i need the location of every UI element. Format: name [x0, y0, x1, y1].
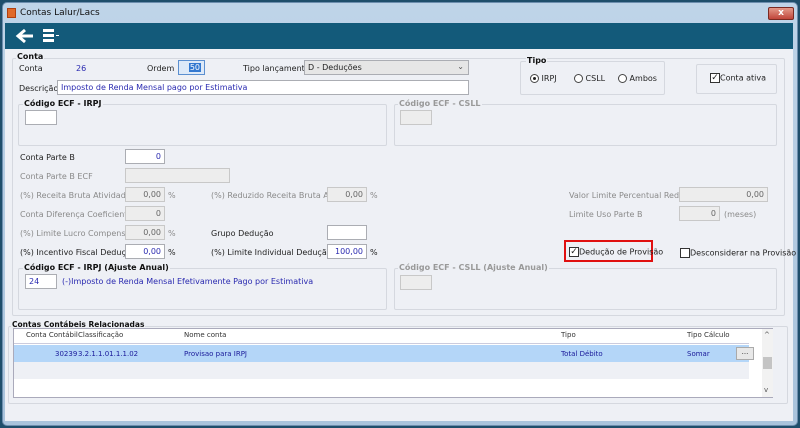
ecf-irpj-input[interactable] — [25, 110, 57, 125]
radio-ambos-label: Ambos — [629, 74, 657, 83]
window-title: Contas Lalur/Lacs — [20, 8, 100, 18]
reduzido-input: 0,00 — [327, 187, 367, 202]
percent-sign: % — [370, 248, 378, 257]
percent-sign: % — [168, 229, 176, 238]
reduzido-label: (%) Reduzido Receita Bruta Atv — [211, 191, 337, 200]
grupo-deducao-input[interactable] — [327, 225, 367, 240]
tipo-lancamento-label: Tipo lançamento — [243, 64, 310, 73]
col-nome-conta[interactable]: Nome conta — [184, 331, 226, 339]
checkbox-checked-icon: ✓ — [569, 247, 579, 257]
tipo-lancamento-value: D - Deduções — [308, 63, 362, 72]
conta-value: 26 — [76, 64, 87, 73]
grid-header: Conta Contábil Classificação Nome conta … — [14, 329, 749, 344]
table-row-empty — [14, 362, 749, 379]
conta-group-title: Conta — [16, 52, 45, 61]
limite-uso-label: Limite Uso Parte B — [569, 210, 643, 219]
valor-limite-input: 0,00 — [679, 187, 768, 202]
conta-diferenca-label: Conta Diferença Coeficiente — [20, 210, 133, 219]
ecf-csll-anual-title: Código ECF - CSLL (Ajuste Anual) — [398, 263, 549, 272]
radio-csll-label: CSLL — [585, 74, 606, 83]
ecf-irpj-title: Código ECF - IRPJ — [23, 99, 103, 108]
ecf-irpj-anual-input[interactable]: 24 — [25, 274, 57, 289]
radio-irpj-label: IRPJ — [541, 74, 557, 83]
percent-sign: % — [168, 248, 176, 257]
deducao-provisao-checkbox[interactable]: ✓Dedução de Provisão — [569, 247, 663, 257]
chevron-down-icon: ⌄ — [457, 62, 464, 71]
back-arrow-icon[interactable] — [15, 28, 35, 44]
ecf-csll-group — [394, 104, 777, 146]
desconsiderar-checkbox[interactable]: Desconsiderar na Provisão — [680, 248, 796, 258]
cell-conta: 30239 — [55, 350, 78, 358]
ecf-csll-title: Código ECF - CSLL — [398, 99, 482, 108]
deducao-provisao-label: Dedução de Provisão — [579, 247, 664, 257]
ecf-csll-anual-input — [400, 275, 432, 290]
ordem-input[interactable]: 50 — [178, 60, 205, 75]
limite-individual-label: (%) Limite Individual Dedução — [211, 248, 332, 257]
radio-ambos[interactable]: Ambos — [618, 74, 657, 83]
menu-add-icon[interactable] — [43, 28, 61, 44]
conta-diferenca-input: 0 — [125, 206, 165, 221]
incentivo-input[interactable]: 0,00 — [125, 244, 165, 259]
conta-label: Conta — [19, 64, 43, 73]
ecf-csll-input — [400, 110, 432, 125]
close-button[interactable]: x — [768, 7, 794, 20]
col-tipo-calculo[interactable]: Tipo Cálculo — [687, 331, 730, 339]
cell-classificacao: 3.2.1.1.01.1.1.02 — [78, 350, 139, 358]
scrollbar[interactable]: ^ v — [762, 329, 773, 397]
ecf-irpj-group — [18, 104, 387, 146]
radio-csll-icon — [574, 74, 583, 83]
percent-sign: % — [168, 191, 176, 200]
ecf-csll-anual-group — [394, 268, 777, 310]
limite-uso-input: 0 — [679, 206, 720, 221]
desconsiderar-label: Desconsiderar na Provisão — [690, 248, 797, 258]
col-tipo[interactable]: Tipo — [561, 331, 576, 339]
conta-ativa-checkbox[interactable]: ✓Conta ativa — [710, 73, 766, 83]
incentivo-label: (%) Incentivo Fiscal Dedução — [20, 248, 136, 257]
descricao-input[interactable]: Imposto de Renda Mensal pago por Estimat… — [57, 80, 469, 95]
meses-label: (meses) — [724, 210, 757, 219]
conta-parte-b-ecf-label: Conta Parte B ECF — [20, 172, 93, 181]
conta-ativa-label: Conta ativa — [720, 73, 767, 83]
checkbox-checked-icon: ✓ — [710, 73, 720, 83]
percent-sign: % — [370, 191, 378, 200]
ordem-label: Ordem — [147, 64, 175, 73]
relacionadas-grid: Conta Contábil Classificação Nome conta … — [13, 328, 773, 398]
row-action-button[interactable]: ... — [736, 347, 754, 360]
limite-lucro-input: 0,00 — [125, 225, 165, 240]
descricao-label: Descrição — [19, 84, 59, 93]
radio-csll[interactable]: CSLL — [574, 74, 605, 83]
scrollbar-thumb[interactable] — [763, 357, 772, 369]
tipo-title: Tipo — [526, 56, 548, 65]
tipo-lancamento-select[interactable]: D - Deduções ⌄ — [304, 60, 469, 75]
ecf-irpj-anual-desc: (-)Imposto de Renda Mensal Efetivamente … — [62, 277, 314, 286]
grupo-deducao-label: Grupo Dedução — [211, 229, 274, 238]
radio-irpj-icon — [530, 74, 539, 83]
col-classificacao[interactable]: Classificação — [78, 331, 123, 339]
receita-bruta-input: 0,00 — [125, 187, 165, 202]
ordem-value: 50 — [188, 63, 201, 72]
cell-nome: Provisao para IRPJ — [184, 350, 247, 358]
scroll-up-icon[interactable]: ^ — [764, 331, 770, 339]
toolbar — [5, 23, 793, 49]
receita-bruta-label: (%) Receita Bruta Atividade — [20, 191, 131, 200]
cell-tipo: Total Débito — [561, 350, 603, 358]
cell-calculo: Somar — [687, 350, 710, 358]
checkbox-unchecked-icon — [680, 248, 690, 258]
conta-parte-b-input[interactable]: 0 — [125, 149, 165, 164]
ecf-irpj-anual-title: Código ECF - IRPJ (Ajuste Anual) — [23, 263, 170, 272]
limite-individual-input[interactable]: 100,00 — [327, 244, 367, 259]
ecf-irpj-anual-group — [18, 268, 387, 310]
radio-irpj[interactable]: IRPJ — [530, 74, 557, 83]
conta-parte-b-label: Conta Parte B — [20, 153, 75, 162]
app-icon — [7, 8, 16, 18]
conta-parte-b-ecf-input — [125, 168, 230, 183]
scroll-down-icon[interactable]: v — [764, 386, 768, 394]
col-conta-contabil[interactable]: Conta Contábil — [26, 331, 78, 339]
radio-ambos-icon — [618, 74, 627, 83]
